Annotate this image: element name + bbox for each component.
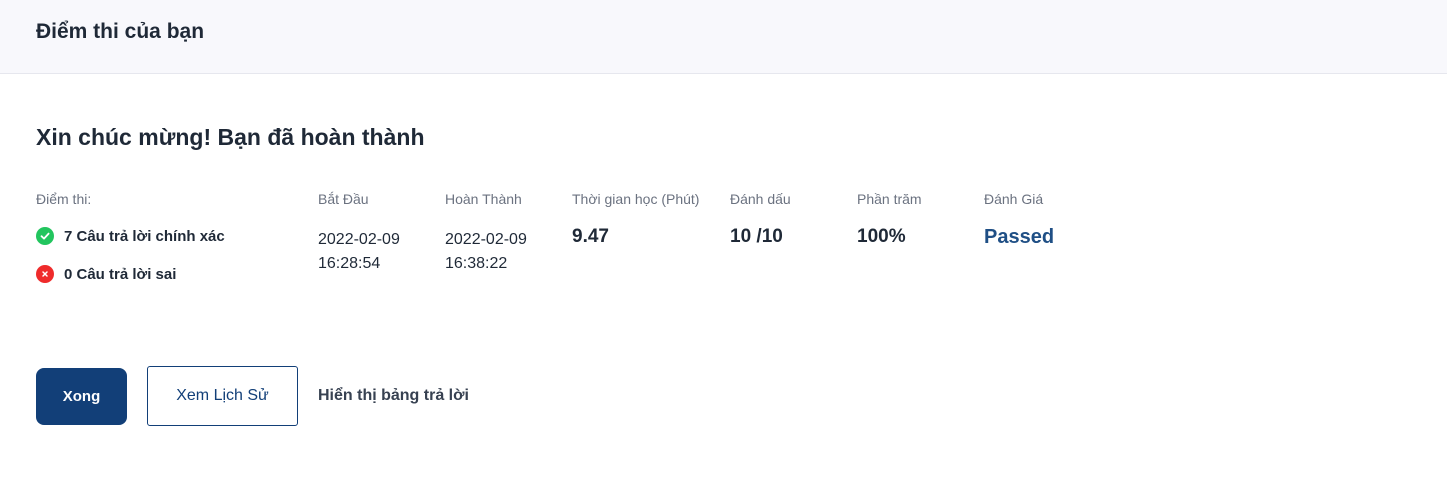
percent-value: 100% bbox=[857, 226, 906, 247]
wrong-answers-text: 0 Câu trả lời sai bbox=[64, 265, 177, 283]
start-label: Bắt Đầu bbox=[318, 191, 369, 207]
percent-label: Phần trăm bbox=[857, 191, 922, 207]
duration-value: 9.47 bbox=[572, 226, 609, 247]
percent-column: Phần trăm 100% bbox=[857, 190, 922, 249]
check-circle-icon bbox=[36, 227, 54, 245]
evaluation-label: Đánh Giá bbox=[984, 191, 1044, 207]
start-date: 2022-02-09 bbox=[318, 231, 400, 248]
duration-column: Thời gian học (Phút) 9.47 bbox=[572, 190, 699, 249]
correct-answers-row: 7 Câu trả lời chính xác bbox=[36, 225, 225, 247]
finish-column: Hoàn Thành 2022-02-09 16:38:22 bbox=[445, 190, 527, 276]
wrong-answers-row: 0 Câu trả lời sai bbox=[36, 263, 225, 285]
start-datetime: 2022-02-09 16:28:54 bbox=[318, 228, 400, 276]
start-column: Bắt Đầu 2022-02-09 16:28:54 bbox=[318, 190, 400, 276]
marks-label: Đánh dấu bbox=[730, 191, 791, 207]
marks-column: Đánh dấu 10 /10 bbox=[730, 190, 791, 249]
page-header: Điểm thi của bạn bbox=[0, 0, 1447, 74]
finish-datetime: 2022-02-09 16:38:22 bbox=[445, 228, 527, 276]
page-title: Điểm thi của bạn bbox=[36, 20, 205, 43]
finish-time: 16:38:22 bbox=[445, 255, 508, 272]
congrats-heading: Xin chúc mừng! Bạn đã hoàn thành bbox=[36, 124, 425, 150]
done-button[interactable]: Xong bbox=[36, 368, 127, 425]
score-column: Điểm thi: 7 Câu trả lời chính xác 0 Câu … bbox=[36, 190, 225, 285]
evaluation-value: Passed bbox=[984, 226, 1055, 248]
finish-label: Hoàn Thành bbox=[445, 191, 522, 207]
finish-date: 2022-02-09 bbox=[445, 231, 527, 248]
duration-label: Thời gian học (Phút) bbox=[572, 191, 700, 207]
correct-answers-text: 7 Câu trả lời chính xác bbox=[64, 227, 225, 245]
show-answers-link[interactable]: Hiển thị bảng trả lời bbox=[318, 386, 469, 406]
marks-value: 10 /10 bbox=[730, 226, 783, 247]
view-history-button[interactable]: Xem Lịch Sử bbox=[147, 366, 298, 426]
x-circle-icon bbox=[36, 265, 54, 283]
start-time: 16:28:54 bbox=[318, 255, 381, 272]
score-label: Điểm thi: bbox=[36, 191, 92, 207]
evaluation-column: Đánh Giá Passed bbox=[984, 190, 1054, 249]
